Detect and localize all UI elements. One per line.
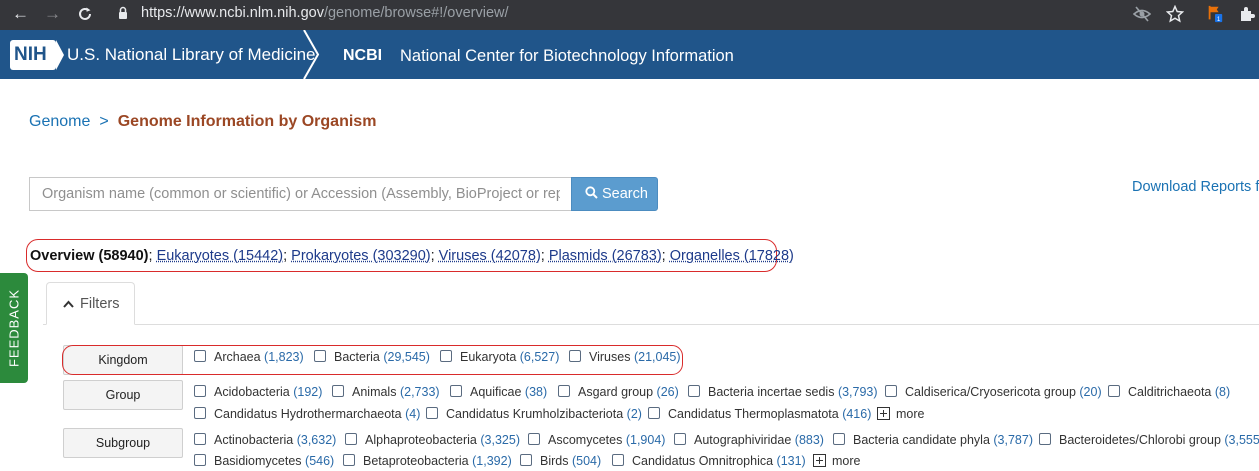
puzzle-icon[interactable]: [1238, 5, 1256, 23]
back-icon[interactable]: ←: [12, 4, 29, 24]
overview-tabs: Overview (58940); Eukaryotes (15442); Pr…: [30, 247, 794, 265]
plasmids-tab[interactable]: Plasmids (26783): [549, 248, 662, 264]
checkbox[interactable]: [674, 433, 686, 445]
group-option[interactable]: Asgard group (26): [558, 385, 679, 399]
subgroup-option[interactable]: Betaproteobacteria (1,392): [343, 454, 512, 468]
group-option[interactable]: Animals (2,733): [332, 385, 440, 399]
reload-icon[interactable]: [77, 6, 93, 22]
kingdom-option[interactable]: Archaea (1,823): [194, 350, 304, 364]
breadcrumb-separator: >: [99, 113, 108, 130]
viruses-tab[interactable]: Viruses (42078): [439, 248, 541, 264]
nih-logo-text: NIH: [14, 44, 47, 65]
checkbox[interactable]: [569, 350, 581, 362]
banner-divider: [302, 30, 324, 79]
checkbox[interactable]: [194, 350, 206, 362]
checkbox[interactable]: [520, 454, 532, 466]
checkbox[interactable]: [688, 385, 700, 397]
flag-extension-icon[interactable]: 1: [1206, 5, 1224, 23]
checkbox[interactable]: [648, 407, 660, 419]
organism-search-input[interactable]: [29, 177, 572, 211]
group-more-link[interactable]: more: [877, 407, 924, 421]
kingdom-option[interactable]: Viruses (21,045): [569, 350, 681, 364]
browser-toolbar: ← → https://www.ncbi.nlm.nih.gov/genome/…: [0, 0, 1259, 30]
search-button-label: Search: [602, 186, 648, 202]
checkbox[interactable]: [194, 407, 206, 419]
extension-badge: 1: [1217, 16, 1221, 23]
kingdom-option[interactable]: Eukaryota (6,527): [440, 350, 559, 364]
filters-tab[interactable]: Filters: [46, 282, 135, 325]
ncbi-abbr-link[interactable]: NCBI: [343, 46, 382, 66]
group-option[interactable]: Acidobacteria (192): [194, 385, 322, 399]
subgroup-option[interactable]: Ascomycetes (1,904): [528, 433, 665, 447]
download-reports-link[interactable]: Download Reports fr: [1132, 179, 1259, 195]
checkbox[interactable]: [343, 454, 355, 466]
overview-tab[interactable]: Overview (58940): [30, 248, 149, 264]
group-option[interactable]: Candidatus Krumholzibacteriota (2): [426, 407, 642, 421]
page-title: Genome Information by Organism: [118, 113, 377, 130]
subgroup-facet-button[interactable]: Subgroup: [63, 428, 183, 458]
checkbox[interactable]: [833, 433, 845, 445]
checkbox[interactable]: [332, 385, 344, 397]
checkbox[interactable]: [612, 454, 624, 466]
nih-banner: NIH U.S. National Library of Medicine NC…: [0, 30, 1259, 79]
checkbox[interactable]: [528, 433, 540, 445]
feedback-button[interactable]: FEEDBACK: [0, 273, 28, 383]
ncbi-full-title[interactable]: National Center for Biotechnology Inform…: [400, 46, 734, 66]
eukaryotes-tab[interactable]: Eukaryotes (15442): [157, 248, 284, 264]
lock-icon[interactable]: [118, 6, 128, 20]
subgroup-option[interactable]: Candidatus Omnitrophica (131): [612, 454, 806, 468]
plus-icon: [877, 407, 890, 420]
chevron-up-icon: [63, 300, 74, 308]
checkbox[interactable]: [194, 454, 206, 466]
tab-divider: [43, 324, 1259, 325]
subgroup-option[interactable]: Autographiviridae (883): [674, 433, 824, 447]
checkbox[interactable]: [314, 350, 326, 362]
prokaryotes-tab[interactable]: Prokaryotes (303290): [291, 248, 430, 264]
nih-logo[interactable]: NIH: [10, 40, 56, 70]
plus-icon: [813, 454, 826, 467]
group-option[interactable]: Aquificae (38): [450, 385, 547, 399]
checkbox[interactable]: [194, 433, 206, 445]
star-icon[interactable]: [1166, 5, 1184, 23]
subgroup-more-link[interactable]: more: [813, 454, 860, 468]
feedback-label: FEEDBACK: [7, 289, 22, 367]
url-path: /genome/browse#!/overview/: [324, 5, 509, 21]
group-option[interactable]: Caldiserica/Cryosericota group (20): [885, 385, 1102, 399]
subgroup-option[interactable]: Bacteria candidate phyla (3,787): [833, 433, 1033, 447]
nlm-title-link[interactable]: U.S. National Library of Medicine: [67, 45, 316, 65]
eye-off-icon[interactable]: [1133, 5, 1151, 23]
group-option[interactable]: Candidatus Hydrothermarchaeota (4): [194, 407, 420, 421]
checkbox[interactable]: [1108, 385, 1120, 397]
subgroup-option[interactable]: Basidiomycetes (546): [194, 454, 334, 468]
kingdom-option[interactable]: Bacteria (29,545): [314, 350, 430, 364]
checkbox[interactable]: [440, 350, 452, 362]
address-bar[interactable]: https://www.ncbi.nlm.nih.gov/genome/brow…: [141, 4, 509, 22]
breadcrumb-genome-link[interactable]: Genome: [29, 113, 90, 130]
url-host: https://www.ncbi.nlm.nih.gov: [141, 5, 324, 21]
subgroup-option[interactable]: Birds (504): [520, 454, 601, 468]
checkbox[interactable]: [885, 385, 897, 397]
search-button[interactable]: Search: [571, 177, 658, 211]
checkbox[interactable]: [194, 385, 206, 397]
subgroup-option[interactable]: Actinobacteria (3,632): [194, 433, 336, 447]
checkbox[interactable]: [450, 385, 462, 397]
breadcrumb: Genome > Genome Information by Organism: [29, 112, 376, 132]
group-facet-button[interactable]: Group: [63, 380, 183, 410]
group-option[interactable]: Candidatus Thermoplasmatota (416): [648, 407, 871, 421]
checkbox[interactable]: [1039, 433, 1051, 445]
checkbox[interactable]: [558, 385, 570, 397]
subgroup-option[interactable]: Bacteroidetes/Chlorobi group (3,555): [1039, 433, 1259, 447]
subgroup-option[interactable]: Alphaproteobacteria (3,325): [345, 433, 520, 447]
checkbox[interactable]: [345, 433, 357, 445]
search-icon: [585, 186, 598, 199]
group-option[interactable]: Calditrichaeota (8): [1108, 385, 1230, 399]
forward-icon[interactable]: →: [44, 4, 61, 24]
filters-tab-label: Filters: [80, 296, 119, 312]
organelles-tab[interactable]: Organelles (17828): [670, 248, 794, 264]
group-option[interactable]: Bacteria incertae sedis (3,793): [688, 385, 878, 399]
checkbox[interactable]: [426, 407, 438, 419]
